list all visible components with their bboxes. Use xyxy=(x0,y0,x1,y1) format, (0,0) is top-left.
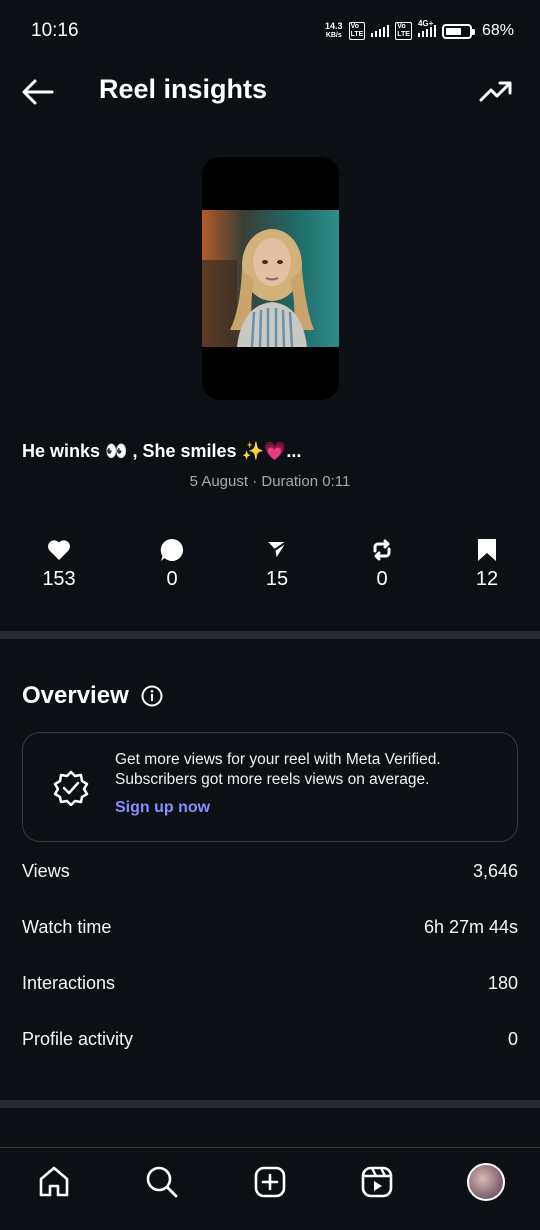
section-divider xyxy=(0,631,540,639)
promo-text: Get more views for your reel with Meta V… xyxy=(115,751,441,788)
profile-avatar xyxy=(467,1163,505,1201)
search-icon xyxy=(146,1166,178,1198)
nav-search[interactable] xyxy=(142,1162,182,1202)
reel-caption: He winks 👀 , She smiles ✨💗... xyxy=(22,441,302,461)
volte-icon-2: Vo LTE xyxy=(395,22,412,40)
repost-icon xyxy=(373,539,391,561)
metric-row-profile-activity[interactable]: Profile activity 0 xyxy=(22,1029,518,1050)
arrow-left-icon xyxy=(22,79,54,105)
home-icon xyxy=(39,1166,69,1197)
nav-create[interactable] xyxy=(250,1162,290,1202)
network-speed: 14.3 KB/s xyxy=(325,22,343,40)
heart-icon xyxy=(48,540,70,560)
stat-saves-value: 12 xyxy=(475,568,499,590)
status-indicators: 14.3 KB/s Vo LTE Vo LTE 4G+ 68% xyxy=(325,19,514,40)
stat-shares-value: 15 xyxy=(265,568,289,590)
metric-label: Watch time xyxy=(22,917,112,937)
create-icon xyxy=(254,1166,286,1198)
nav-profile[interactable] xyxy=(466,1162,506,1202)
metric-row-watch-time[interactable]: Watch time 6h 27m 44s xyxy=(22,917,518,938)
stat-shares: 15 xyxy=(237,536,317,591)
battery-icon xyxy=(441,23,475,39)
share-icon xyxy=(265,540,289,561)
bookmark-icon xyxy=(478,539,496,561)
trending-button[interactable] xyxy=(478,76,514,108)
stat-comments: 0 xyxy=(132,536,212,591)
stat-saves: 12 xyxy=(447,536,527,591)
reel-meta: 5 August · Duration 0:11 xyxy=(189,473,351,490)
bottom-nav xyxy=(0,1147,540,1230)
stat-reposts-value: 0 xyxy=(376,568,388,590)
network-speed-unit: KB/s xyxy=(325,32,342,39)
network-type: 4G+ xyxy=(417,19,434,28)
signal-icon xyxy=(371,25,390,37)
info-icon[interactable] xyxy=(141,685,163,707)
metric-label: Profile activity xyxy=(22,1029,134,1049)
reel-thumbnail-image xyxy=(202,210,339,347)
metric-label: Views xyxy=(22,861,70,881)
metric-value: 0 xyxy=(507,1029,518,1049)
metric-row-interactions[interactable]: Interactions 180 xyxy=(22,973,518,994)
section-divider-2 xyxy=(0,1100,540,1108)
battery-percent: 68% xyxy=(481,22,514,39)
signal-icon-2: 4G+ xyxy=(417,19,436,37)
comment-icon xyxy=(160,538,184,561)
status-time: 10:16 xyxy=(31,20,79,41)
verified-badge-icon xyxy=(53,770,89,807)
stat-comments-value: 0 xyxy=(166,568,178,590)
network-speed-value: 14.3 xyxy=(325,21,343,31)
overview-title: Overview xyxy=(22,682,129,709)
overview-heading: Overview xyxy=(22,682,163,710)
nav-home[interactable] xyxy=(34,1162,74,1202)
reel-thumbnail[interactable] xyxy=(202,157,339,400)
meta-verified-promo[interactable]: Get more views for your reel with Meta V… xyxy=(22,732,518,842)
metric-value: 180 xyxy=(487,973,518,993)
reels-icon xyxy=(361,1166,393,1198)
volte-icon: Vo LTE xyxy=(348,22,366,40)
stat-likes: 153 xyxy=(19,536,99,591)
page-title: Reel insights xyxy=(99,74,268,104)
trending-up-icon xyxy=(479,81,512,102)
back-button[interactable] xyxy=(20,76,56,108)
metric-row-views[interactable]: Views 3,646 xyxy=(22,861,518,882)
nav-reels[interactable] xyxy=(357,1162,397,1202)
sign-up-link[interactable]: Sign up now xyxy=(115,799,210,817)
status-bar: 10:16 14.3 KB/s Vo LTE Vo LTE 4G+ 68% xyxy=(0,0,540,64)
stat-likes-value: 153 xyxy=(42,568,76,590)
metric-value: 6h 27m 44s xyxy=(423,917,518,937)
stat-reposts: 0 xyxy=(342,536,422,591)
metric-value: 3,646 xyxy=(472,861,518,881)
metric-label: Interactions xyxy=(22,973,116,993)
